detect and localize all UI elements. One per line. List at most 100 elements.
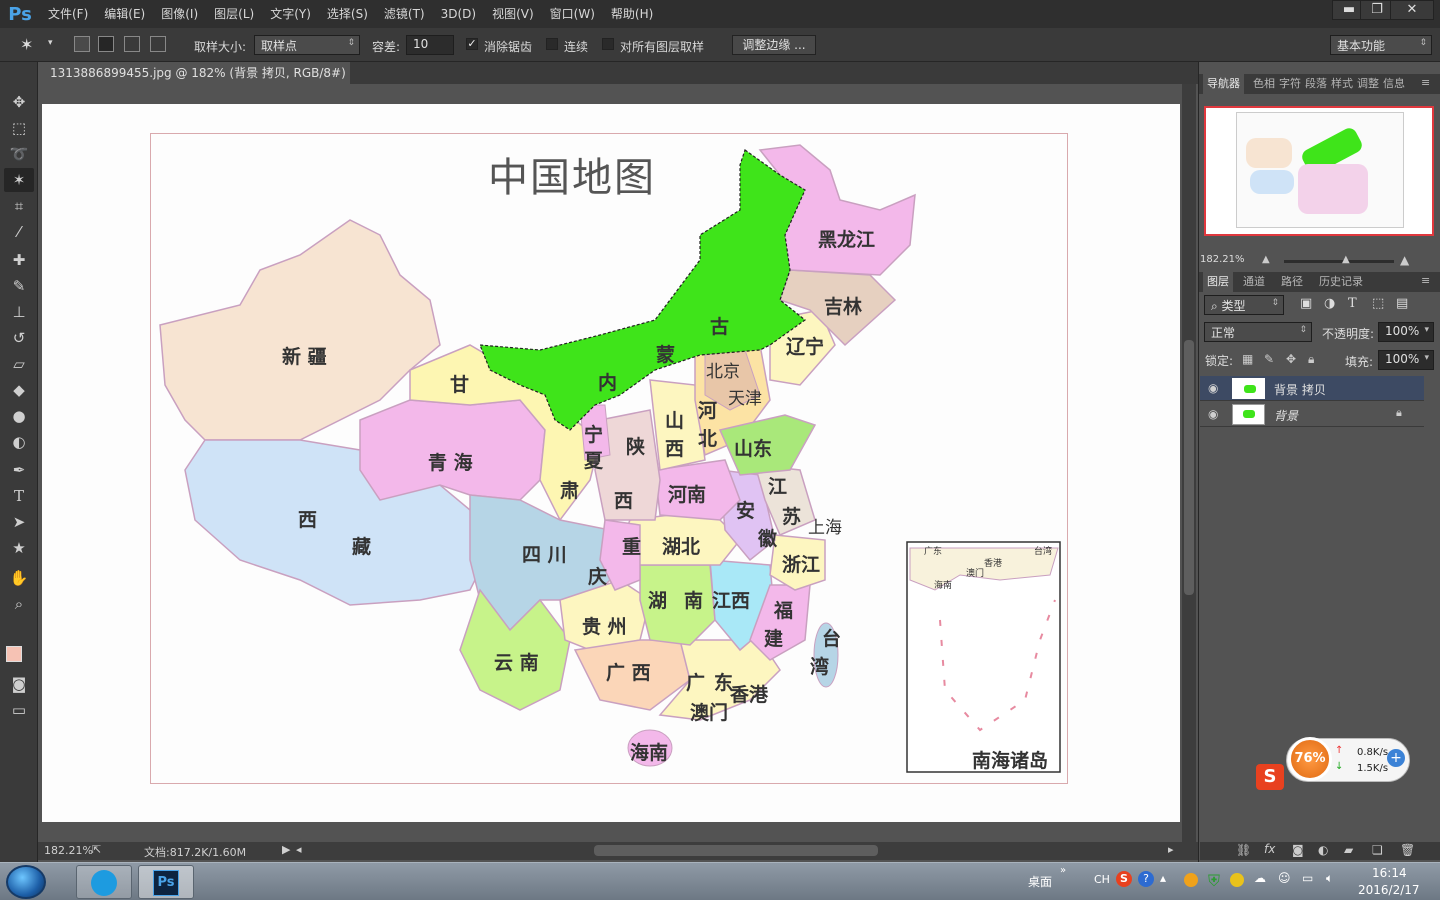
layer-name[interactable]: 背景 [1274,407,1298,424]
zoom-slider[interactable] [1284,260,1394,263]
browser-tray-icon[interactable] [1184,873,1198,887]
upload-arrow-icon: ↑ [1335,745,1344,756]
label-taiwan-2: 湾 [810,656,830,678]
adjustment-layer-icon[interactable]: ◐ [1318,843,1328,857]
filter-pixel-icon[interactable]: ▣ [1300,296,1312,311]
qq-tray-icon[interactable]: ☺ [1278,871,1291,885]
layer-thumbnail [1232,378,1265,399]
label-fujian-1: 福 [774,600,794,622]
scroll-right-icon[interactable]: ▸ [1168,843,1174,856]
memory-percent[interactable]: 76% [1288,737,1332,781]
link-layers-icon[interactable]: ⛓ [1236,843,1251,857]
monitor-tray-icon[interactable]: ▭ [1302,871,1313,885]
zoom-slider-handle[interactable]: ▲ [1342,254,1350,265]
export-icon[interactable]: ⇱ [92,843,101,856]
inset-label-taiwan: 台湾 [1034,547,1053,557]
tab-info[interactable]: 信息 [1379,74,1409,94]
layer-name[interactable]: 背景 拷贝 [1274,381,1326,398]
plus-icon[interactable]: + [1387,749,1405,767]
label-hunan-2: 南 [684,590,704,612]
visibility-eye-icon[interactable]: ◉ [1208,381,1218,395]
sogou-tray-icon[interactable]: S [1116,871,1132,887]
expand-chevron-icon[interactable]: » [1060,865,1066,876]
download-arrow-icon: ↓ [1335,761,1344,772]
panel-menu-icon[interactable]: ≡ [1421,76,1430,89]
search-icon: ⌕ [1211,299,1222,313]
filter-shape-icon[interactable]: ⬚ [1372,296,1384,311]
lock-paint-icon[interactable]: ✎ [1264,352,1274,366]
horizontal-scroll-thumb[interactable] [594,845,878,856]
lock-transparency-icon[interactable]: ▦ [1242,352,1253,366]
layer-row-background-copy[interactable]: ◉ 背景 拷贝 [1200,376,1424,401]
tab-layers[interactable]: 图层 [1203,272,1233,292]
taskbar-app-browser[interactable] [76,865,132,899]
inset-label-hainan: 海南 [934,581,953,591]
tab-navigator[interactable]: 导航器 [1203,74,1244,94]
clock-date[interactable]: 2016/2/17 [1358,883,1420,897]
label-gu: 古 [710,316,730,338]
label-anhui-2: 徽 [758,528,778,550]
ime-indicator[interactable]: CH [1094,873,1110,886]
download-speed: 1.5K/s [1357,763,1389,774]
layer-row-background[interactable]: ◉ 背景 🔒︎ [1200,402,1424,427]
tab-channels[interactable]: 通道 [1239,272,1269,292]
filter-type-icon[interactable]: T [1348,296,1357,311]
desktop-label[interactable]: 桌面 [1028,873,1052,890]
scroll-left-icon[interactable]: ◂ [296,843,302,856]
sogou-logo-icon[interactable]: S [1256,764,1284,790]
filter-smart-icon[interactable]: ▤ [1396,296,1408,311]
filter-adjust-icon[interactable]: ◑ [1324,296,1335,311]
label-ningxia-2: 夏 [584,450,604,472]
help-icon[interactable]: ? [1138,871,1154,887]
label-nei: 内 [598,372,618,394]
opacity-input[interactable]: 100% ▾ [1378,322,1434,342]
label-shandong: 山东 [734,438,773,460]
opacity-label: 不透明度: [1322,327,1375,341]
volume-icon[interactable]: 🔈︎ [1326,871,1333,886]
lock-position-icon[interactable]: ✥ [1286,352,1296,366]
security-tray-icon[interactable] [1230,873,1244,887]
zoom-in-icon[interactable]: ▲ [1400,253,1409,267]
vertical-scroll-thumb[interactable] [1184,340,1194,595]
tab-paths[interactable]: 路径 [1277,272,1307,292]
label-hubei: 湖北 [662,536,701,558]
lock-all-icon[interactable]: 🔒︎ [1308,352,1314,367]
label-gansu-1: 甘 [450,374,470,396]
zoom-readout[interactable]: 182.21% [44,844,93,857]
label-tianjin: 天津 [728,389,762,409]
play-arrow-icon[interactable]: ▶ [282,843,290,856]
label-beijing: 北京 [706,362,740,382]
trash-icon[interactable]: 🗑︎ [1400,843,1415,857]
layers-tabs: 图层 通道 路径 历史记录 ≡ [1199,272,1440,292]
doc-info[interactable]: 文档:817.2K/1.60M [144,844,246,860]
label-meng: 蒙 [656,344,676,366]
label-hebei-2: 北 [698,428,718,450]
layers-footer: ⛓ fx ◙ ◐ ▰ ❏ 🗑︎ [1200,842,1440,860]
tray-arrow-icon[interactable]: ▴ [1160,871,1166,885]
network-tray-icon[interactable]: ☁ [1254,871,1266,885]
fill-input[interactable]: 100% ▾ [1378,350,1434,370]
visibility-eye-icon[interactable]: ◉ [1208,407,1218,421]
shield-icon[interactable]: ⛨ [1208,871,1220,891]
new-layer-icon[interactable]: ❏ [1372,843,1383,857]
nav-zoom-value[interactable]: 182.21% [1200,254,1245,265]
navigator-preview[interactable] [1204,106,1434,236]
lock-icon: 🔒︎ [1396,406,1402,419]
clock-time[interactable]: 16:14 [1372,866,1407,880]
blend-mode-select[interactable]: 正常 ⇕ [1204,322,1312,342]
layers-panel-menu-icon[interactable]: ≡ [1421,274,1430,287]
zoom-out-icon[interactable]: ▲ [1262,254,1270,265]
label-tibet-1: 西 [298,509,318,531]
add-mask-icon[interactable]: ◙ [1292,843,1304,857]
layer-filter-select[interactable]: ⌕ 类型 ⇕ [1204,295,1284,315]
taskbar-app-photoshop[interactable]: Ps [138,865,194,899]
label-sichuan: 四 川 [522,544,567,566]
label-guangdong-1: 广 [686,672,706,694]
new-group-icon[interactable]: ▰ [1344,843,1353,857]
tab-history[interactable]: 历史记录 [1315,272,1367,292]
lock-label: 锁定: [1205,354,1234,368]
fx-icon[interactable]: fx [1264,842,1275,856]
label-heilongjiang: 黑龙江 [818,229,876,251]
label-hebei-1: 河 [698,400,718,422]
start-button[interactable] [6,865,46,899]
